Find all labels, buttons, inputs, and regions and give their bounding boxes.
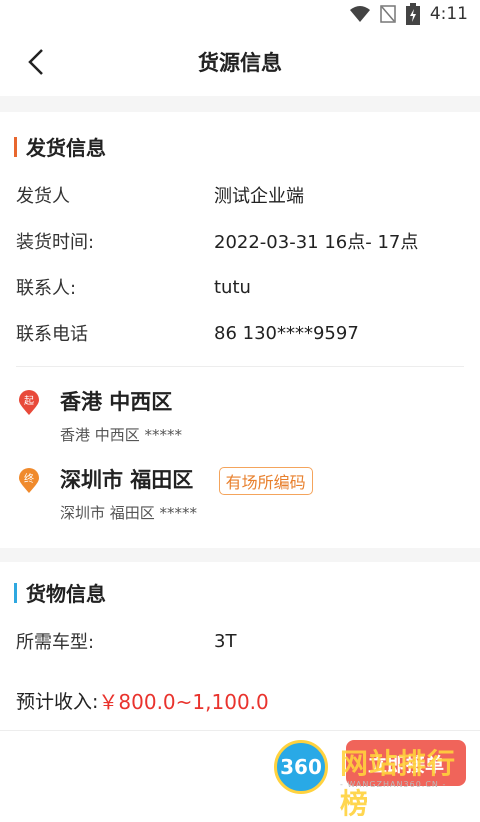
wifi-icon	[349, 6, 370, 22]
vehicle-type-row: 所需车型: 3T	[16, 626, 466, 656]
contact-label: 联系人:	[16, 278, 77, 299]
nav-header: 货源信息	[0, 28, 480, 96]
cargo-section-title: 货物信息	[14, 578, 106, 607]
watermark: 360 网站排行榜 - WANGZHAN360.CN -	[262, 736, 480, 820]
section-accent-bar	[14, 582, 17, 603]
origin-detail: 香港 中西区 *****	[60, 426, 183, 444]
origin-address: 起 香港 中西区 香港 中西区 *****	[16, 386, 466, 450]
watermark-subtext: - WANGZHAN360.CN -	[340, 780, 447, 789]
loading-time-label: 装货时间:	[16, 232, 95, 253]
divider	[16, 366, 464, 367]
section-accent-bar	[14, 136, 17, 157]
section-gap	[0, 548, 480, 562]
bottom-divider	[0, 730, 480, 731]
destination-address: 终 深圳市 福田区 有场所编码 深圳市 福田区 *****	[16, 464, 466, 528]
chevron-left-icon	[28, 49, 43, 75]
watermark-logo: 360	[274, 740, 328, 794]
income-value: ￥800.0~1,100.0	[98, 690, 269, 714]
income-label: 预计收入:	[16, 691, 99, 713]
destination-city: 深圳市 福田区	[60, 468, 194, 492]
shipping-section-title: 发货信息	[14, 132, 106, 161]
page-title: 货源信息	[198, 51, 282, 75]
status-bar: 4:11	[0, 0, 480, 28]
destination-badge: 终	[24, 472, 34, 485]
origin-pin-icon: 起	[19, 390, 39, 415]
phone-label: 联系电话	[16, 324, 88, 345]
vehicle-type-value: 3T	[214, 630, 237, 652]
expected-income: 预计收入: ￥800.0~1,100.0	[16, 686, 269, 715]
phone-value[interactable]: 86 130****9597	[214, 323, 359, 344]
destination-city-line: 深圳市 福田区 有场所编码	[60, 464, 313, 495]
destination-pin-icon: 终	[19, 468, 39, 493]
contact-value: tutu	[214, 276, 251, 298]
venue-code-tag[interactable]: 有场所编码	[218, 467, 313, 495]
no-signal-icon	[380, 5, 396, 23]
vehicle-type-label: 所需车型:	[16, 632, 95, 653]
destination-detail: 深圳市 福田区 *****	[60, 504, 198, 522]
loading-time-row: 装货时间: 2022-03-31 16点- 17点	[16, 226, 466, 256]
shipper-value: 测试企业端	[214, 186, 304, 207]
status-time: 4:11	[429, 4, 468, 24]
loading-time-value: 2022-03-31 16点- 17点	[214, 232, 419, 253]
contact-row: 联系人: tutu	[16, 272, 466, 302]
shipper-label: 发货人	[16, 186, 70, 207]
origin-city: 香港 中西区	[60, 390, 173, 414]
section-gap	[0, 96, 480, 112]
shipper-row: 发货人 测试企业端	[16, 180, 466, 210]
origin-badge: 起	[24, 395, 34, 407]
back-button[interactable]	[22, 46, 54, 78]
battery-charging-icon	[405, 3, 420, 25]
phone-row[interactable]: 联系电话 86 130****9597	[16, 318, 466, 348]
